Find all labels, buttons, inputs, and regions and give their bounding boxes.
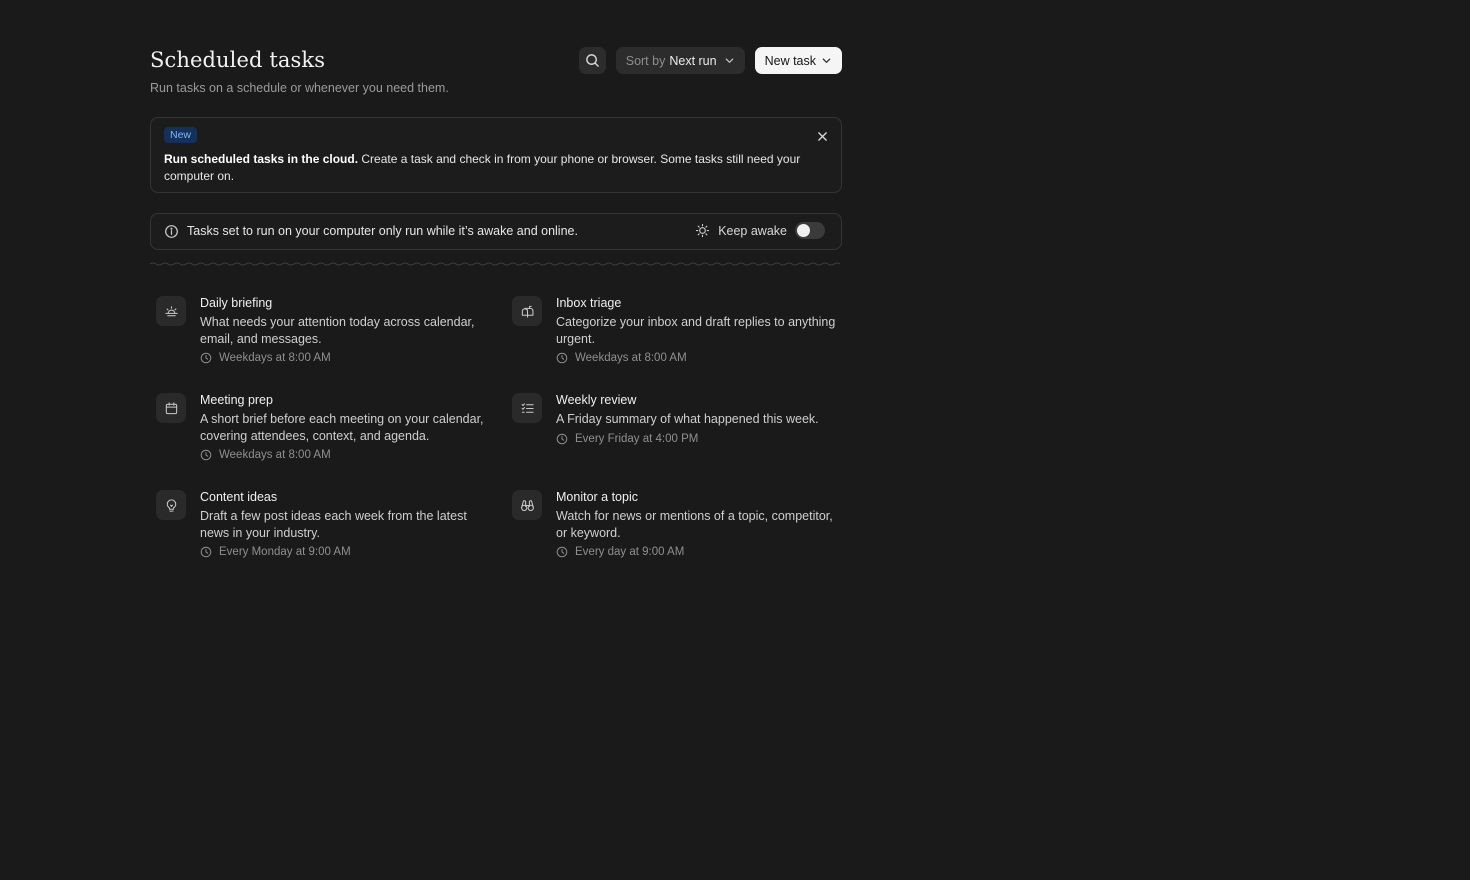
mailbox-icon xyxy=(512,296,542,326)
task-name: Meeting prep xyxy=(200,393,273,407)
clock-icon xyxy=(556,433,568,445)
task-name: Inbox triage xyxy=(556,296,622,310)
lightbulb-icon xyxy=(156,490,186,520)
task-card-weekly-review[interactable]: Weekly review A Friday summary of what h… xyxy=(512,392,842,448)
banner-text: Run scheduled tasks in the cloud. Create… xyxy=(164,151,814,184)
schedule-text: Every Monday at 9:00 AM xyxy=(219,546,351,558)
sort-dropdown[interactable]: Sort by Next run xyxy=(615,47,745,74)
clock-icon xyxy=(200,449,212,461)
task-schedule: Weekdays at 8:00 AM xyxy=(200,449,331,461)
schedule-text: Weekdays at 8:00 AM xyxy=(575,352,687,364)
task-schedule: Weekdays at 8:00 AM xyxy=(556,352,687,364)
close-icon xyxy=(817,131,828,142)
page-header: Scheduled tasks Run tasks on a schedule … xyxy=(150,46,842,102)
keep-awake-label: Keep awake xyxy=(718,223,787,238)
clock-icon xyxy=(556,352,568,364)
cloud-announcement-banner: New Run scheduled tasks in the cloud. Cr… xyxy=(150,117,842,193)
notice-text: Tasks set to run on your computer only r… xyxy=(187,224,578,238)
task-description: Watch for news or mentions of a topic, c… xyxy=(556,509,833,540)
sunrise-icon xyxy=(156,296,186,326)
clock-icon xyxy=(200,352,212,364)
task-card-meeting-prep[interactable]: Meeting prep A short brief before each m… xyxy=(156,392,486,464)
new-task-button[interactable]: New task xyxy=(754,47,842,74)
page-subtitle: Run tasks on a schedule or whenever you … xyxy=(150,81,449,95)
task-name: Monitor a topic xyxy=(556,490,638,504)
page-title: Scheduled tasks xyxy=(150,48,326,72)
clock-icon xyxy=(556,546,568,558)
task-name: Weekly review xyxy=(556,393,637,407)
task-description: A Friday summary of what happened this w… xyxy=(556,412,819,426)
task-schedule: Weekdays at 8:00 AM xyxy=(200,352,331,364)
sort-value: Next run xyxy=(669,53,717,68)
schedule-text: Weekdays at 8:00 AM xyxy=(219,352,331,364)
keep-awake-control: Keep awake xyxy=(695,222,825,239)
sort-label: Sort by xyxy=(625,53,666,68)
header-controls: Sort by Next run New task xyxy=(578,47,842,74)
search-button[interactable] xyxy=(578,47,606,74)
calendar-icon xyxy=(156,393,186,423)
task-description: Categorize your inbox and draft replies … xyxy=(556,315,836,346)
clock-icon xyxy=(200,546,212,558)
binoculars-icon xyxy=(512,490,542,520)
awake-notice: Tasks set to run on your computer only r… xyxy=(150,213,842,250)
banner-bold-text: Run scheduled tasks in the cloud. xyxy=(164,152,359,166)
task-description: Draft a few post ideas each week from th… xyxy=(200,509,467,540)
toggle-knob xyxy=(797,224,810,237)
task-schedule: Every day at 9:00 AM xyxy=(556,546,684,558)
task-card-daily-briefing[interactable]: Daily briefing What needs your attention… xyxy=(156,295,486,367)
new-badge: New xyxy=(164,127,198,143)
task-schedule: Every Monday at 9:00 AM xyxy=(200,546,351,558)
chevron-down-icon xyxy=(724,55,735,66)
new-task-label: New task xyxy=(764,53,816,68)
close-banner-button[interactable] xyxy=(814,128,830,144)
section-divider xyxy=(150,262,842,266)
task-description: A short brief before each meeting on you… xyxy=(200,412,484,443)
info-icon xyxy=(164,224,179,239)
chevron-down-icon xyxy=(821,55,832,66)
schedule-text: Every day at 9:00 AM xyxy=(575,546,685,558)
checklist-icon xyxy=(512,393,542,423)
schedule-text: Weekdays at 8:00 AM xyxy=(219,449,331,461)
search-icon xyxy=(585,53,600,68)
task-name: Daily briefing xyxy=(200,296,273,310)
schedule-text: Every Friday at 4:00 PM xyxy=(575,433,699,445)
task-name: Content ideas xyxy=(200,490,278,504)
keep-awake-toggle[interactable] xyxy=(795,222,825,239)
task-card-monitor-a-topic[interactable]: Monitor a topic Watch for news or mentio… xyxy=(512,489,842,561)
task-card-content-ideas[interactable]: Content ideas Draft a few post ideas eac… xyxy=(156,489,486,561)
task-description: What needs your attention today across c… xyxy=(200,315,475,346)
task-schedule: Every Friday at 4:00 PM xyxy=(556,433,698,445)
sun-icon xyxy=(695,223,710,238)
task-card-inbox-triage[interactable]: Inbox triage Categorize your inbox and d… xyxy=(512,295,842,367)
